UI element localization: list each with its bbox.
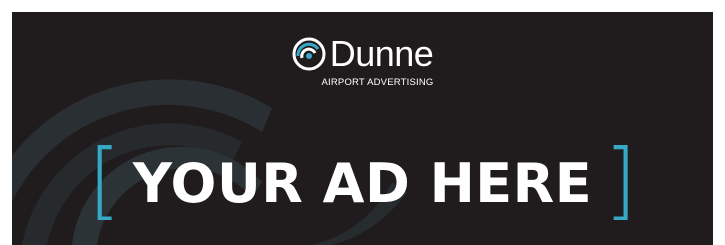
brand-name: Dunne — [329, 33, 434, 74]
close-bracket: ] — [604, 131, 637, 229]
dunne-swirl-logo-icon — [292, 37, 326, 71]
headline: YOUR AD HERE — [132, 152, 593, 215]
brand-tagline: AIRPORT ADVERTISING — [321, 77, 434, 88]
brand-logo: Dunne AIRPORT ADVERTISING — [12, 32, 713, 88]
ad-frame: Dunne AIRPORT ADVERTISING [ YOUR AD HERE… — [0, 0, 725, 245]
ad-banner[interactable]: Dunne AIRPORT ADVERTISING [ YOUR AD HERE… — [12, 12, 713, 245]
open-bracket: [ — [88, 131, 121, 229]
headline-row: [ YOUR AD HERE ] — [12, 138, 713, 224]
